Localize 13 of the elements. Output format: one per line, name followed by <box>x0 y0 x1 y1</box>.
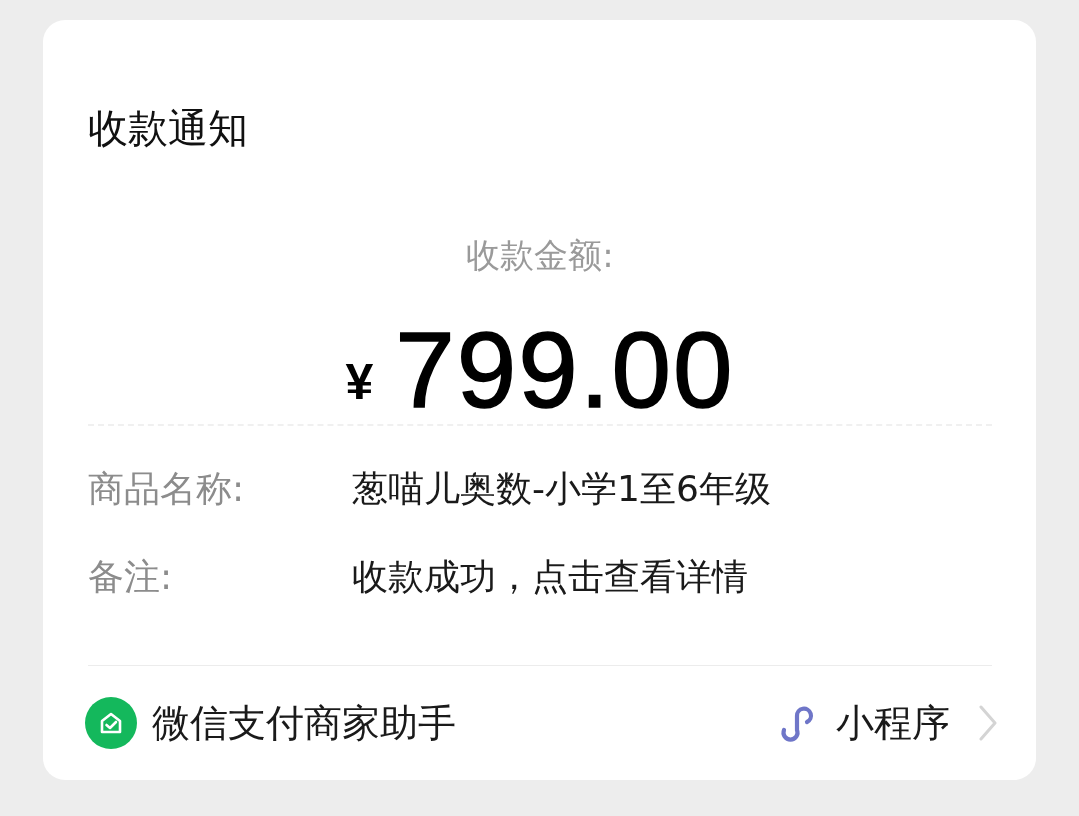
field-value: 收款成功，点击查看详情 <box>352 554 748 598</box>
card-title: 收款通知 <box>88 104 248 152</box>
amount-value: 799.00 <box>395 317 735 424</box>
source-name: 微信支付商家助手 <box>152 700 456 746</box>
mini-program-link[interactable]: 小程序 <box>836 700 950 746</box>
merchant-check-icon <box>85 697 137 749</box>
field-label: 商品名称: <box>88 466 246 510</box>
field-label: 备注: <box>88 554 174 598</box>
currency-symbol: ¥ <box>345 357 374 407</box>
notification-card[interactable]: 收款通知 收款金额: ¥ 799.00 商品名称: 葱喵儿奥数-小学1至6年级 备注: 收款成功，点击查看详情 微信支付商家助手 小程序 <box>43 20 1036 780</box>
amount-label: 收款金额: <box>466 235 614 276</box>
field-value: 葱喵儿奥数-小学1至6年级 <box>352 466 771 510</box>
chevron-right-icon <box>978 705 998 741</box>
